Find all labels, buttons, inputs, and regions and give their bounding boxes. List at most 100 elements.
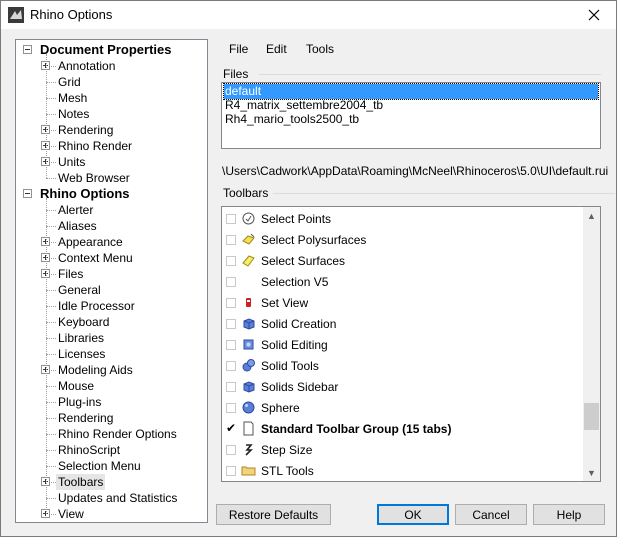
tree-item-label: Files [58,267,84,281]
toolbar-checkbox[interactable] [226,235,236,245]
scroll-thumb[interactable] [584,403,599,430]
tree-item[interactable]: Idle Processor [16,298,207,314]
rhino-options-window: Rhino Options Document Properties Annotat… [0,0,617,537]
toolbar-label: Standard Toolbar Group (15 tabs) [261,422,452,436]
tree-item[interactable]: Rhino Render [16,138,207,154]
tree-item[interactable]: Licenses [16,346,207,362]
toolbar-list-item[interactable]: ✔ Standard Toolbar Group (15 tabs) [222,418,582,439]
tree-item-label: Modeling Aids [58,363,133,377]
tree-item-label: Licenses [58,347,106,361]
tree-item[interactable]: Annotation [16,58,207,74]
toolbar-checkbox[interactable] [226,319,236,329]
ok-button[interactable]: OK [377,504,449,525]
toolbar-label: Select Points [261,212,332,226]
toolbar-label: Select Polysurfaces [261,233,367,247]
toolbar-list-item[interactable]: Solid Creation [222,313,582,334]
files-listbox[interactable]: default R4_matrix_settembre2004_tb Rh4_m… [221,82,601,149]
tree-item-label: Libraries [58,331,105,345]
tree-connector [46,466,56,467]
toolbar-label: Select Surfaces [261,254,346,268]
tree-item[interactable]: Context Menu [16,250,207,266]
tree-item[interactable]: Keyboard [16,314,207,330]
tree-item[interactable]: Libraries [16,330,207,346]
tree-item[interactable]: General [16,282,207,298]
collapse-icon[interactable] [23,45,32,54]
checkmark-icon[interactable]: ✔ [226,421,236,435]
toolbar-checkbox[interactable] [226,466,236,476]
toolbar-checkbox[interactable] [226,340,236,350]
solid-box-icon [241,379,256,394]
tree-item-label: Aliases [58,219,97,233]
file-item[interactable]: Rh4_mario_tools2500_tb [224,112,598,127]
tree-item[interactable]: Rendering [16,410,207,426]
toolbar-checkbox[interactable] [226,256,236,266]
menu-tools[interactable]: Tools [302,41,338,57]
tree-item[interactable]: Appearance [16,234,207,250]
toolbar-list-item[interactable]: Select Points [222,208,582,229]
tree-item-label: General [58,283,101,297]
tree-item[interactable]: Grid [16,74,207,90]
tree-item[interactable]: Toolbars [16,474,207,490]
tree-item-label: Updates and Statistics [58,491,178,505]
tree-item[interactable]: Rhino Render Options [16,426,207,442]
toolbar-label: STL Tools [261,464,314,478]
toolbar-list-item[interactable]: Solid Editing [222,334,582,355]
collapse-icon[interactable] [23,189,32,198]
tree-item[interactable]: RhinoScript [16,442,207,458]
tree-item[interactable]: Document Properties [16,42,207,58]
toolbars-listbox[interactable]: STL Tools Step Size ✔ Standard Toolbar Grou… [221,206,601,482]
file-item[interactable]: R4_matrix_settembre2004_tb [224,98,598,113]
toolbar-label: Sphere [261,401,300,415]
toolbars-scrollbar[interactable]: ▲ ▼ [583,207,600,481]
toolbar-list-item[interactable]: Solid Tools [222,355,582,376]
toolbar-list-item[interactable]: Select Surfaces [222,250,582,271]
toolbar-list-item[interactable]: Set View [222,292,582,313]
close-button[interactable] [572,1,616,29]
scroll-up-icon[interactable]: ▲ [583,207,600,224]
tree-item-label: Keyboard [58,315,110,329]
toolbar-list-item[interactable]: Selection V5 [222,271,582,292]
toolbar-checkbox[interactable] [226,403,236,413]
page-icon [241,421,256,436]
tree-item[interactable]: Selection Menu [16,458,207,474]
tree-item[interactable]: View [16,506,207,522]
tree-item[interactable]: Aliases [16,218,207,234]
tree-item[interactable]: Plug-ins [16,394,207,410]
scroll-down-icon[interactable]: ▼ [583,464,600,481]
file-item[interactable]: default [223,83,599,100]
tree-item[interactable]: Mouse [16,378,207,394]
toolbar-checkbox[interactable] [226,214,236,224]
tree-item[interactable]: Rendering [16,122,207,138]
tree-item[interactable]: Modeling Aids [16,362,207,378]
toolbar-list-item[interactable]: Step Size [222,439,582,460]
tree-item[interactable]: Mesh [16,90,207,106]
cancel-button[interactable]: Cancel [455,504,527,525]
toolbar-checkbox[interactable] [226,277,236,287]
toolbar-checkbox[interactable] [226,361,236,371]
toolbar-list-item[interactable]: Solids Sidebar [222,376,582,397]
help-button[interactable]: Help [533,504,605,525]
toolbar-list-item[interactable]: Select Polysurfaces [222,229,582,250]
toolbar-list-item[interactable]: Sphere [222,397,582,418]
toolbar-checkbox[interactable] [226,298,236,308]
menu-edit[interactable]: Edit [262,41,291,57]
step-size-icon [241,442,256,457]
toolbar-checkbox[interactable] [226,382,236,392]
tree-item[interactable]: Units [16,154,207,170]
toolbar-label: Solids Sidebar [261,380,339,394]
tree-item-label: Appearance [58,235,123,249]
title-bar: Rhino Options [1,1,616,29]
tree-item[interactable]: Web Browser [16,170,207,186]
toolbar-list-item[interactable]: STL Tools [222,460,582,481]
tree-item[interactable]: Rhino Options [16,186,207,202]
tree-item-label: Context Menu [58,251,133,265]
tree-item[interactable]: Notes [16,106,207,122]
options-tree[interactable]: Document Properties Annotation Grid Mesh Not… [15,39,208,523]
tree-item[interactable]: Updates and Statistics [16,490,207,506]
set-view-icon [241,295,256,310]
tree-item[interactable]: Files [16,266,207,282]
menu-file[interactable]: File [225,41,252,57]
toolbar-checkbox[interactable] [226,445,236,455]
tree-item[interactable]: Alerter [16,202,207,218]
restore-defaults-button[interactable]: Restore Defaults [216,504,331,525]
